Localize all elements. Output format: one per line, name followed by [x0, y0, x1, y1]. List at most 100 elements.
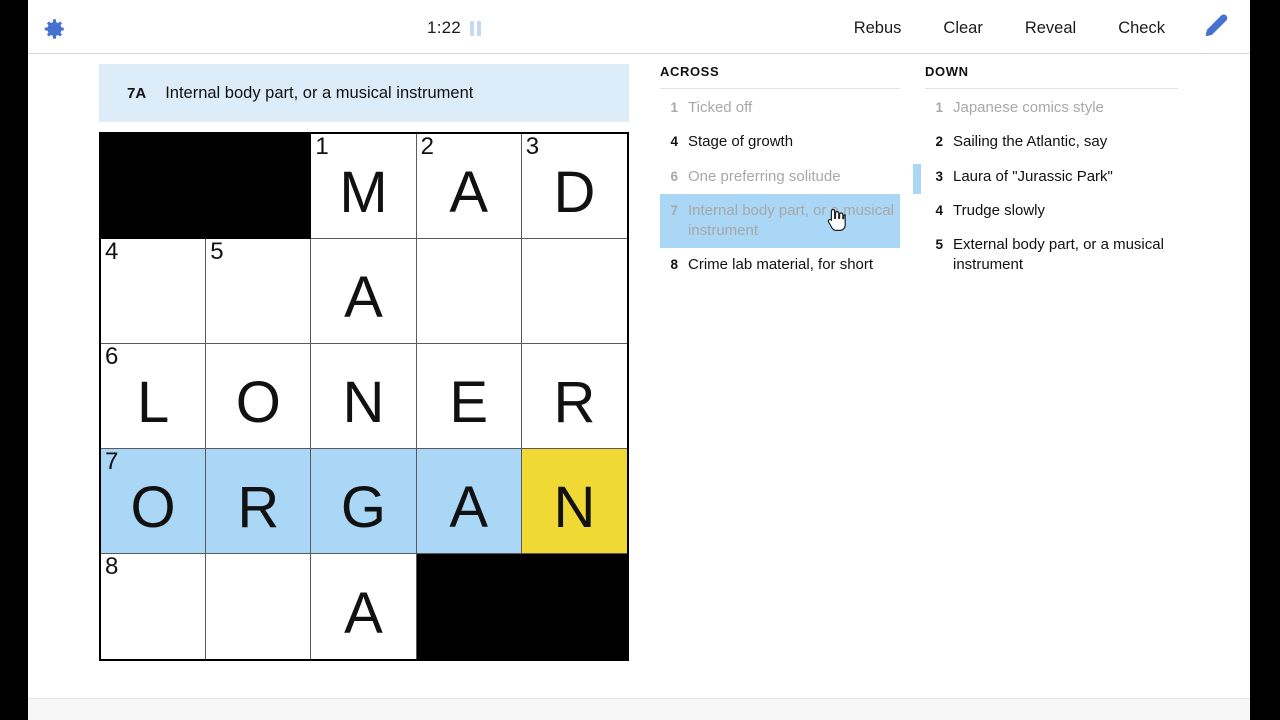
clue-text: Internal body part, or a musical instrum… — [688, 201, 894, 239]
grid-cell[interactable]: 1M — [311, 134, 417, 239]
settings-button[interactable] — [39, 14, 69, 44]
across-panel: ACROSS 1 Ticked off 4 Stage of growth 6 One p… — [660, 64, 900, 283]
grid-block-cell — [521, 554, 627, 659]
grid-cell[interactable]: N — [521, 449, 627, 554]
clue-text: Laura of "Jurassic Park" — [953, 167, 1113, 185]
clue-number: 2 — [935, 134, 943, 150]
grid-cell[interactable]: A — [311, 554, 417, 659]
grid-block-cell — [206, 134, 312, 239]
grid-cell[interactable]: 8 — [101, 554, 207, 659]
clue-item-across-6[interactable]: 6 One preferring solitude — [660, 160, 900, 194]
across-clue-list: 1 Ticked off 4 Stage of growth 6 One preferri… — [660, 91, 900, 283]
grid-cell[interactable]: 5 — [206, 239, 312, 344]
clue-text: Japanese comics style — [953, 99, 1104, 116]
cell-letter: N — [553, 475, 596, 540]
toolbar: 1:22 Rebus Clear Reveal Check — [28, 2, 1250, 54]
clue-item-down-1[interactable]: 1 Japanese comics style — [925, 91, 1178, 125]
clue-item-down-2[interactable]: 2 Sailing the Atlantic, say — [925, 125, 1178, 159]
cell-letter: A — [344, 580, 383, 646]
cell-letter: O — [235, 370, 281, 435]
grid-cell[interactable] — [521, 239, 627, 344]
clue-text: External body part, or a musical instrum… — [953, 236, 1164, 274]
clue-item-across-1[interactable]: 1 Ticked off — [660, 91, 900, 125]
clue-number: 6 — [670, 168, 678, 184]
cell-letter: E — [449, 370, 489, 435]
clue-number: 4 — [935, 202, 943, 218]
clue-item-down-5[interactable]: 5 External body part, or a musical instru… — [925, 228, 1178, 283]
cell-letter: N — [342, 370, 385, 435]
timer-value: 1:22 — [427, 18, 461, 37]
check-button[interactable]: Check — [1097, 13, 1186, 44]
clear-button[interactable]: Clear — [922, 13, 1003, 44]
grid-cell[interactable]: 4 — [101, 239, 207, 344]
cell-letter: R — [553, 370, 596, 435]
grid-cell[interactable]: 7O — [101, 449, 207, 554]
cell-letter: O — [130, 475, 176, 540]
grid-cell[interactable]: N — [311, 344, 417, 449]
cell-number: 7 — [105, 449, 119, 475]
cell-letter: A — [344, 265, 383, 330]
cell-letter: D — [553, 160, 596, 225]
grid-block-cell — [416, 554, 522, 659]
grid-cell[interactable]: E — [416, 344, 522, 449]
grid-cell[interactable]: A — [416, 449, 522, 554]
cell-letter: A — [449, 160, 489, 225]
grid-cell[interactable]: 6L — [101, 344, 207, 449]
clue-text: One preferring solitude — [688, 167, 841, 185]
clue-number: 4 — [670, 134, 678, 150]
toolbar-actions: Rebus Clear Reveal Check — [833, 2, 1238, 54]
reveal-button[interactable]: Reveal — [1004, 13, 1097, 44]
grid-cell[interactable] — [416, 239, 522, 344]
pencil-icon — [1202, 12, 1229, 44]
current-clue-number: 7A — [127, 84, 147, 102]
cell-letter: A — [449, 475, 489, 540]
rebus-button[interactable]: Rebus — [833, 13, 923, 44]
down-clue-list: 1 Japanese comics style 2 Sailing the Atlan… — [913, 91, 1178, 283]
down-heading: DOWN — [925, 64, 1178, 89]
cell-letter: G — [340, 475, 387, 540]
cell-letter: M — [339, 160, 388, 225]
grid-cell[interactable]: A — [311, 239, 417, 344]
crossword-grid[interactable]: 1M2A3D45A6LONER7ORGAN8A — [99, 132, 629, 661]
cell-number: 1 — [315, 134, 329, 160]
clue-number: 3 — [935, 168, 943, 184]
grid-cell[interactable]: R — [521, 344, 627, 449]
clue-text: Ticked off — [688, 99, 753, 116]
grid-cell[interactable]: O — [206, 344, 312, 449]
clue-number: 7 — [670, 202, 678, 218]
app-window: 1:22 Rebus Clear Reveal Check 7A Interna… — [0, 0, 1280, 720]
current-clue-banner[interactable]: 7A Internal body part, or a musical inst… — [99, 64, 629, 122]
grid-cell[interactable]: G — [311, 449, 417, 554]
cell-letter: L — [136, 370, 170, 435]
clue-text: Crime lab material, for short — [688, 256, 874, 274]
clue-number: 8 — [670, 257, 678, 273]
cell-number: 8 — [105, 554, 119, 580]
cell-number: 4 — [105, 239, 119, 265]
clue-item-down-4[interactable]: 4 Trudge slowly — [925, 194, 1178, 228]
clue-item-across-7[interactable]: 7 Internal body part, or a musical instru… — [660, 193, 900, 249]
clue-item-across-4[interactable]: 4 Stage of growth — [660, 125, 900, 159]
cell-number: 3 — [525, 134, 540, 160]
clue-number: 5 — [935, 237, 943, 252]
clue-text: Stage of growth — [688, 133, 794, 151]
clue-item-across-8[interactable]: 8 Crime lab material, for short — [660, 248, 900, 282]
gear-icon — [41, 16, 67, 42]
down-panel: DOWN 1 Japanese comics style 2 Sailing the … — [913, 64, 1178, 283]
grid-cell[interactable] — [206, 554, 312, 659]
across-heading: ACROSS — [660, 64, 900, 89]
clue-panels: ACROSS 1 Ticked off 4 Stage of growth 6 One p… — [660, 64, 1220, 283]
grid-cell[interactable]: R — [206, 449, 312, 554]
pencil-toggle-button[interactable] — [1192, 11, 1238, 45]
grid-block-cell — [101, 134, 207, 239]
page-surface: 1:22 Rebus Clear Reveal Check 7A Interna… — [28, 0, 1250, 720]
clue-text: Sailing the Atlantic, say — [953, 133, 1108, 151]
footer-strip — [28, 698, 1250, 720]
clue-item-down-3[interactable]: 3 Laura of "Jurassic Park" — [913, 160, 1178, 194]
clue-number: 1 — [935, 100, 943, 115]
cell-number: 5 — [210, 239, 224, 265]
pause-icon[interactable] — [469, 20, 481, 36]
clue-text: Trudge slowly — [953, 201, 1045, 219]
grid-cell[interactable]: 2A — [416, 134, 522, 239]
cell-letter: R — [237, 475, 280, 540]
grid-cell[interactable]: 3D — [521, 134, 627, 239]
